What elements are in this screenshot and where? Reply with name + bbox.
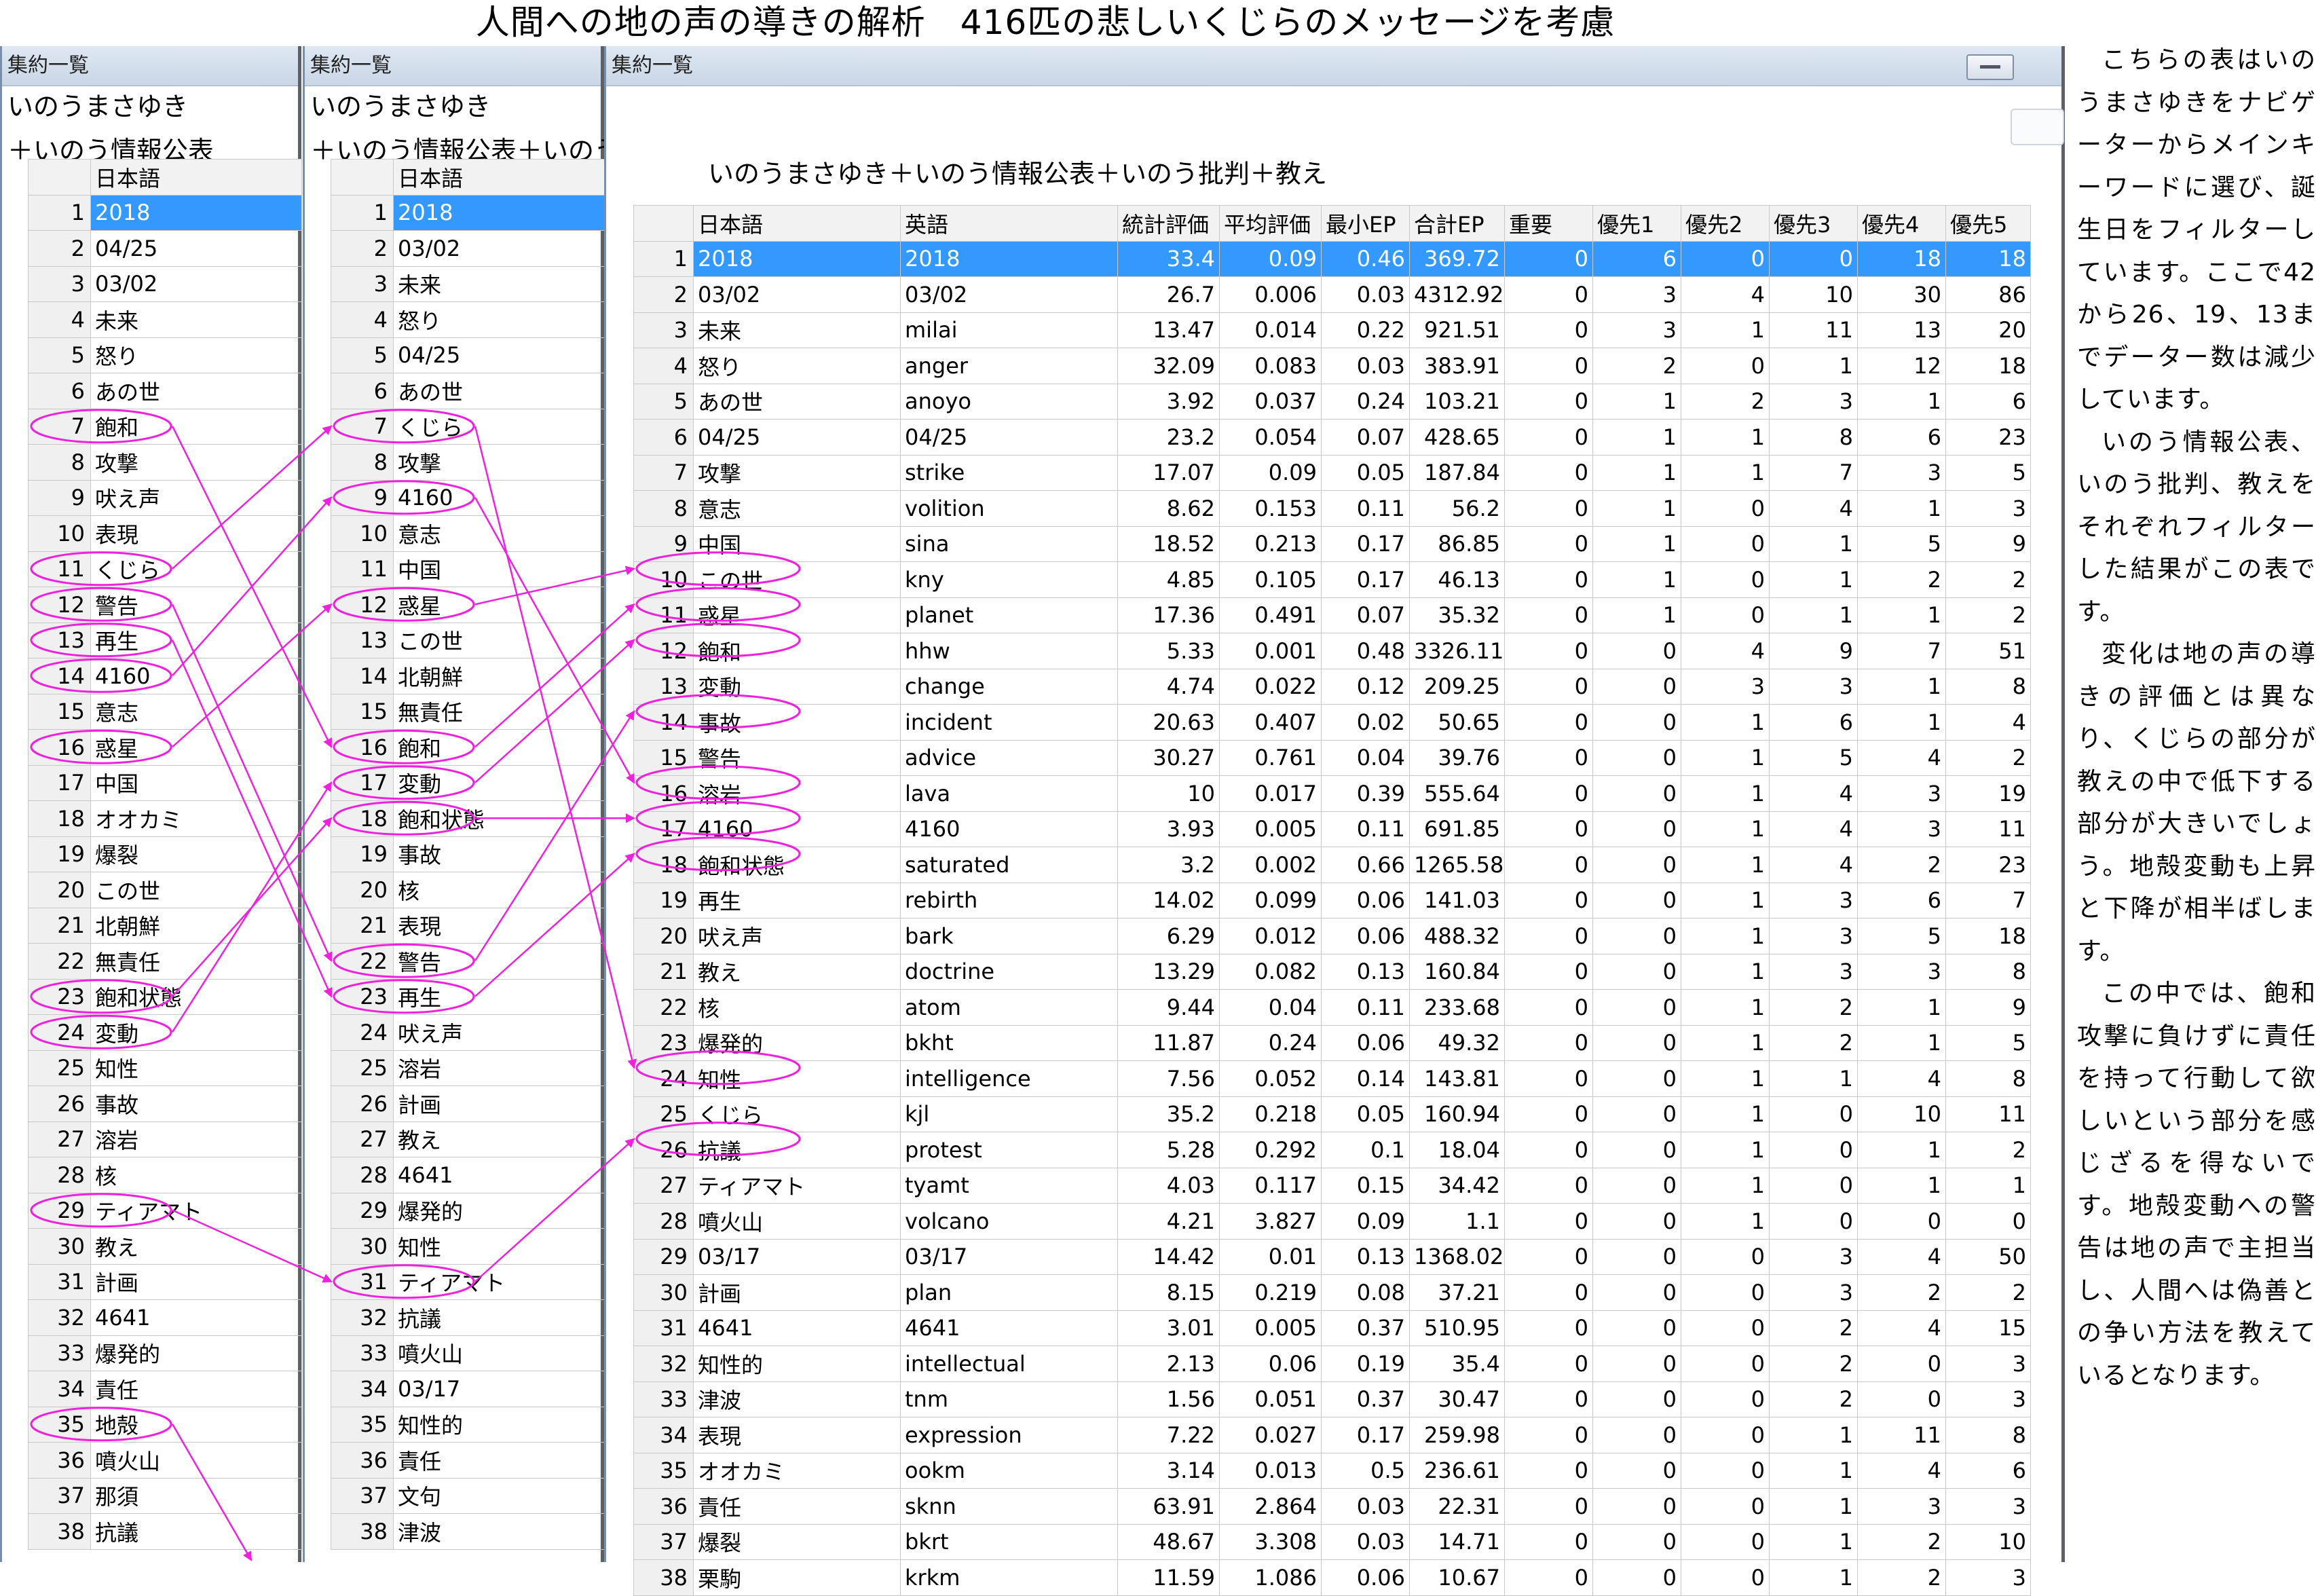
circle-highlight: [30, 979, 172, 1014]
circle-highlight: [333, 1264, 475, 1299]
cell-japanese[interactable]: 栗駒: [693, 1559, 901, 1596]
annotation-overlay: [30, 409, 801, 1561]
cell-value[interactable]: 11.59: [1117, 1559, 1220, 1596]
circle-highlight: [635, 551, 801, 587]
circle-highlight: [30, 409, 172, 444]
annotation-arrow: [172, 603, 333, 748]
cell-value[interactable]: 1: [1769, 1559, 1858, 1596]
cell-value[interactable]: 1.086: [1219, 1559, 1322, 1596]
circle-highlight: [333, 729, 475, 764]
cell-value[interactable]: 0: [1504, 1559, 1593, 1596]
circle-highlight: [30, 587, 172, 622]
circle-highlight: [635, 623, 801, 658]
circle-highlight: [333, 765, 475, 800]
cell-value[interactable]: 2: [1857, 1559, 1946, 1596]
circle-highlight: [635, 800, 801, 836]
cell-english[interactable]: krkm: [900, 1559, 1118, 1596]
cell-value[interactable]: 0.06: [1321, 1559, 1410, 1596]
annotation-arrow: [474, 639, 635, 783]
annotation-arrow: [172, 425, 333, 570]
annotation-arrow: [171, 1424, 253, 1561]
circle-highlight: [635, 1121, 801, 1157]
circle-highlight: [635, 1050, 801, 1085]
cell-value[interactable]: 0: [1681, 1559, 1770, 1596]
annotation-arrow: [474, 603, 635, 748]
circle-highlight: [30, 658, 172, 693]
cell-value[interactable]: 3: [1945, 1559, 2031, 1596]
cell-value[interactable]: 10.67: [1409, 1559, 1505, 1596]
circle-highlight: [635, 587, 801, 622]
circle-highlight: [30, 1014, 172, 1050]
circle-highlight: [635, 765, 801, 800]
circle-highlight: [333, 943, 475, 978]
circle-highlight: [30, 1193, 172, 1228]
circle-highlight: [30, 623, 172, 658]
annotation-arrow: [474, 853, 635, 997]
circle-highlight: [333, 480, 475, 515]
table-row[interactable]: 38 栗駒 krkm 11.59 1.086 0.06 10.67 0 0 0 1 2 3: [633, 1559, 2031, 1596]
annotation-arrow: [474, 1138, 635, 1282]
annotation-arrow: [172, 496, 333, 677]
annotation-arrow: [474, 497, 635, 784]
annotation-arrow: [172, 1209, 333, 1283]
circle-highlight: [30, 1407, 172, 1442]
circle-highlight: [333, 409, 475, 444]
annotation-arrow: [474, 426, 637, 1069]
cell-value[interactable]: 0: [1592, 1559, 1681, 1596]
circle-highlight: [333, 587, 475, 622]
circle-highlight: [333, 979, 475, 1014]
row-number: 38: [633, 1559, 694, 1596]
annotation-arrow: [474, 565, 635, 606]
annotation-arrow: [171, 639, 333, 998]
circle-highlight: [30, 551, 172, 587]
circle-highlight: [635, 836, 801, 872]
circle-highlight: [30, 729, 172, 764]
circle-highlight: [333, 800, 475, 836]
circle-highlight: [635, 694, 801, 729]
